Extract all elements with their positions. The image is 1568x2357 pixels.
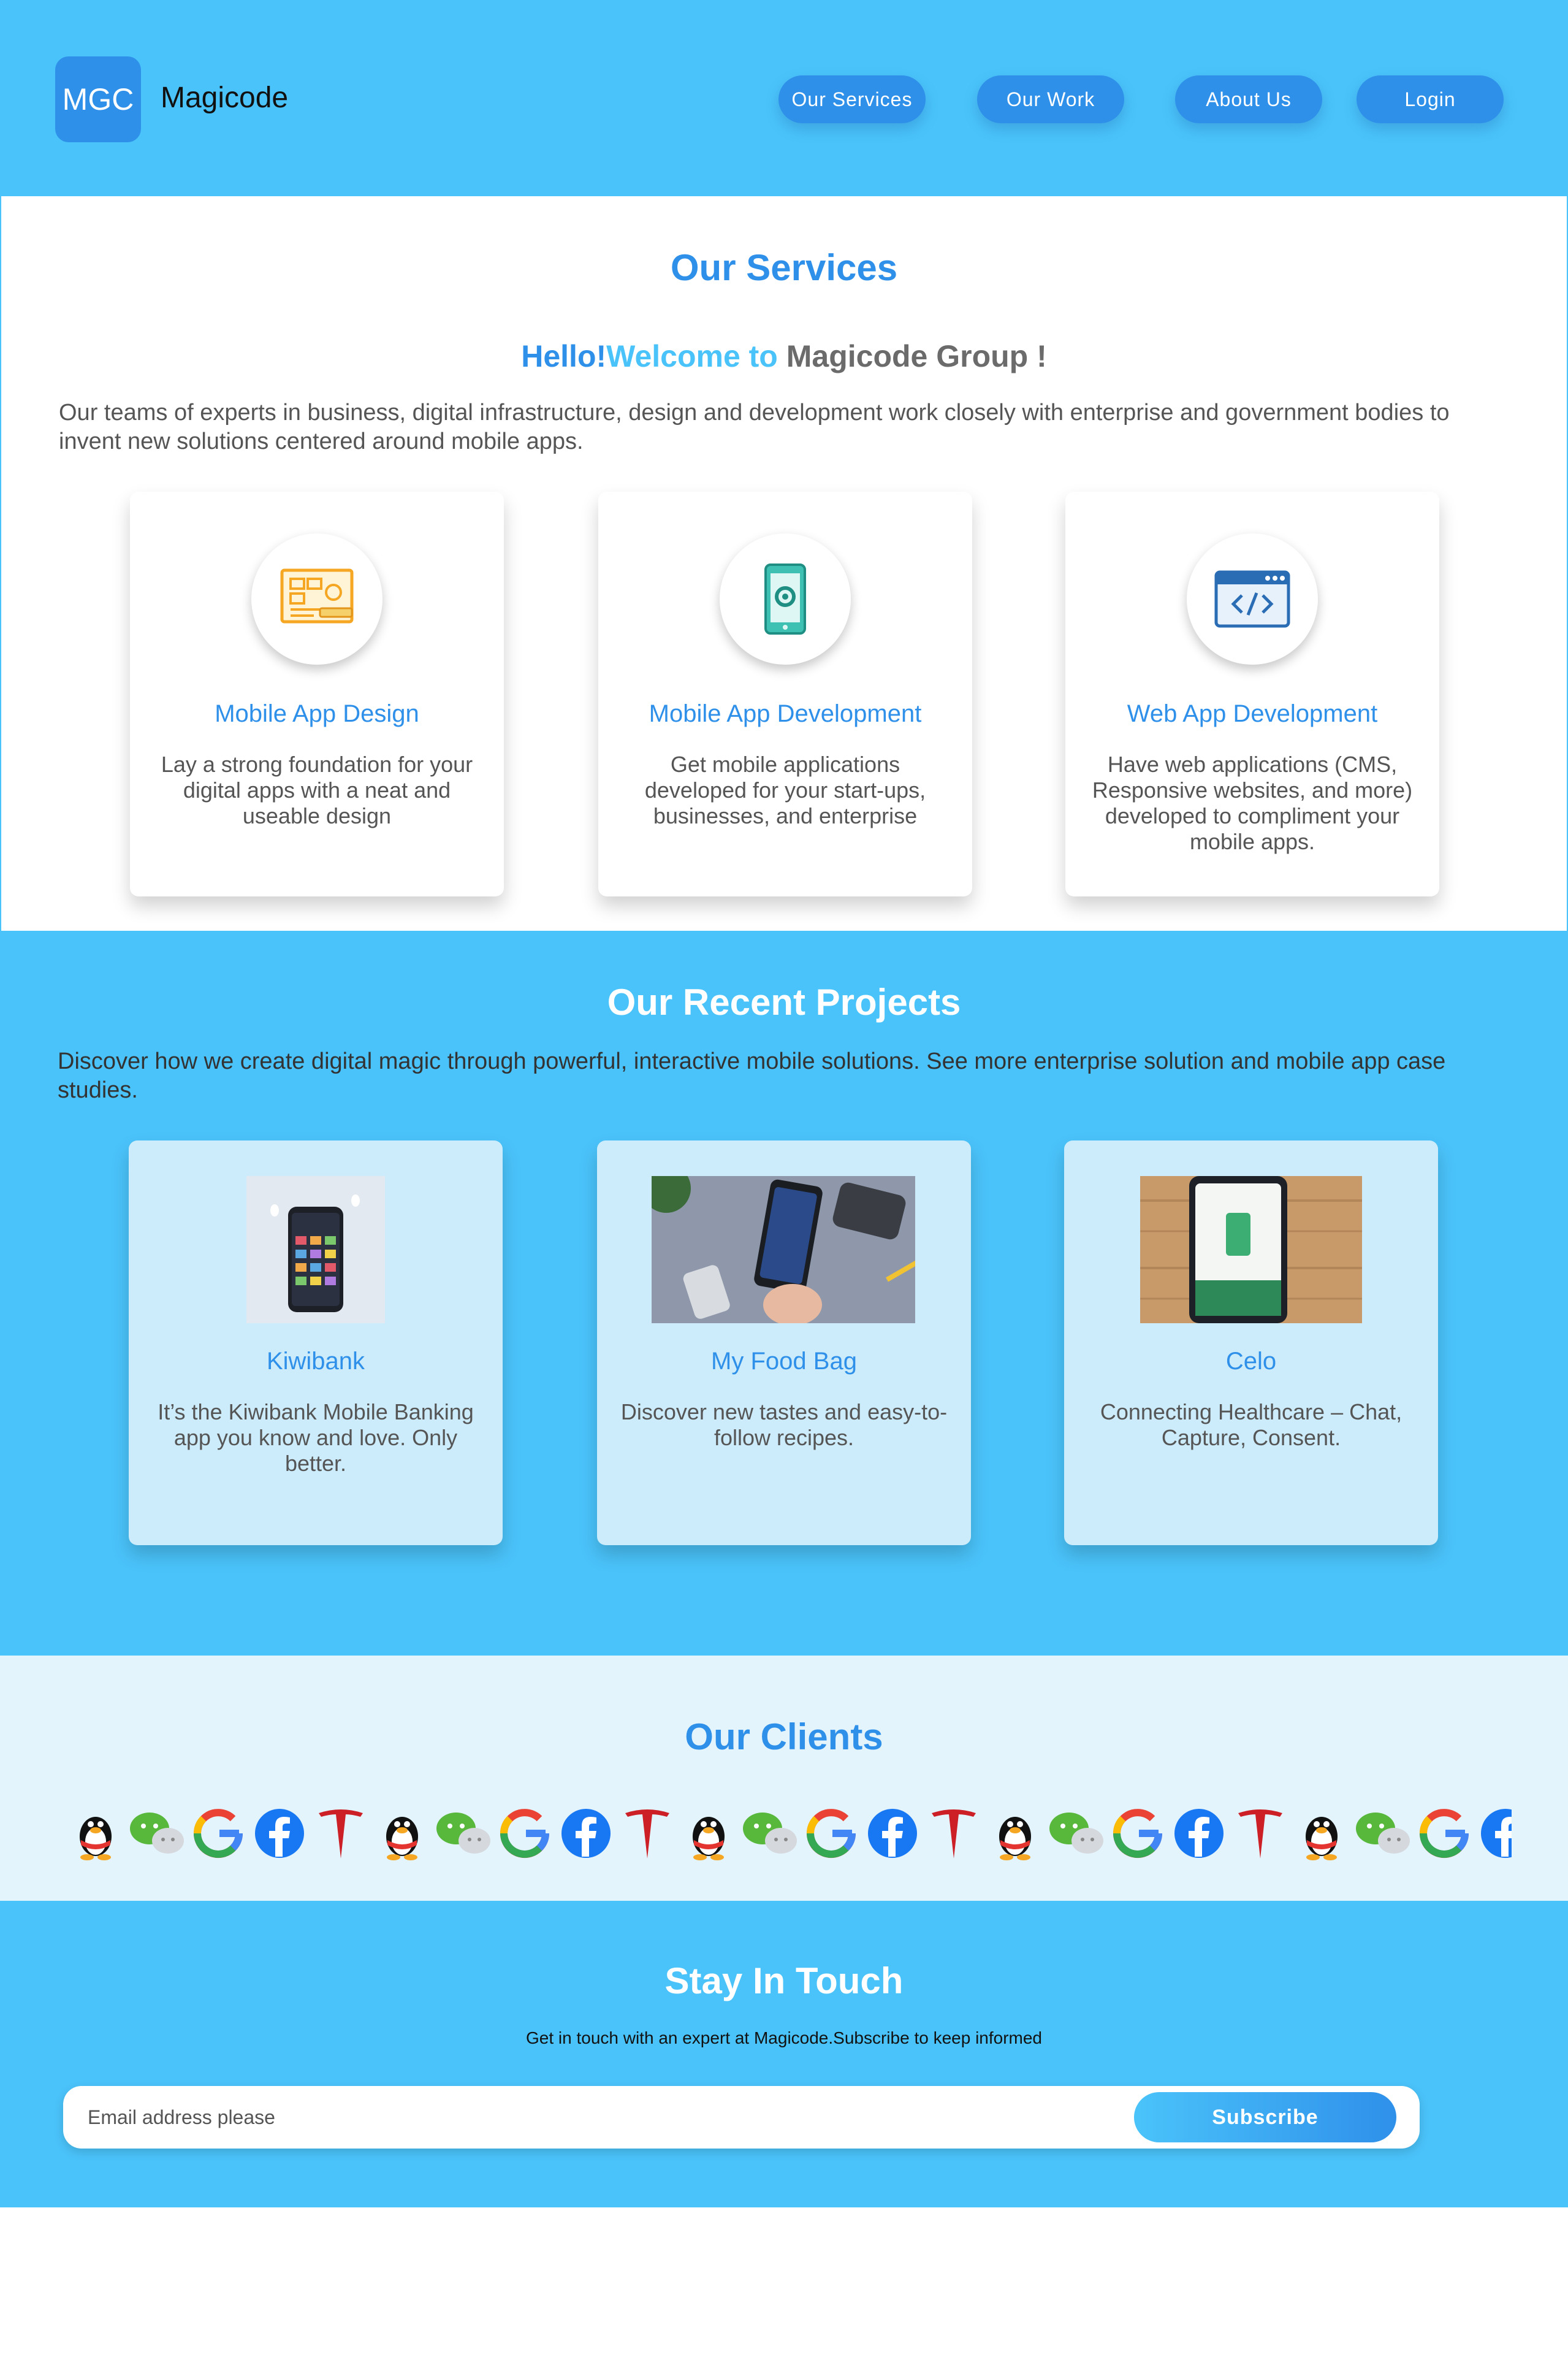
qq-penguin-icon xyxy=(678,1803,739,1864)
service-card-design[interactable]: Mobile App Design Lay a strong foundatio… xyxy=(130,492,504,896)
celo-phone-image xyxy=(1140,1176,1362,1323)
qq-penguin-icon xyxy=(984,1803,1046,1864)
qq-penguin-icon xyxy=(1291,1803,1352,1864)
facebook-icon xyxy=(862,1803,923,1864)
service-card-web-dev[interactable]: Web App Development Have web application… xyxy=(1065,492,1439,896)
facebook-icon xyxy=(555,1803,617,1864)
nav-about-us-button[interactable]: About Us xyxy=(1175,75,1322,123)
nav-our-services-button[interactable]: Our Services xyxy=(778,75,926,123)
service-title: Mobile App Design xyxy=(215,700,419,727)
google-icon xyxy=(188,1803,249,1864)
service-desc: Have web applications (CMS, Responsive w… xyxy=(1092,752,1413,854)
subscribe-button[interactable]: Subscribe xyxy=(1134,2092,1396,2142)
service-title: Mobile App Development xyxy=(649,700,922,727)
project-title[interactable]: My Food Bag xyxy=(597,1348,971,1375)
facebook-icon xyxy=(1168,1803,1230,1864)
facebook-icon xyxy=(249,1803,310,1864)
qq-penguin-icon xyxy=(371,1803,433,1864)
services-intro: Our teams of experts in business, digita… xyxy=(59,400,1450,454)
group-text: Magicode Group ! xyxy=(786,339,1047,373)
google-icon xyxy=(1107,1803,1168,1864)
nav-login-button[interactable]: Login xyxy=(1357,75,1504,123)
tesla-icon xyxy=(617,1803,678,1864)
services-title: Our Services xyxy=(670,247,898,288)
wechat-icon xyxy=(1352,1803,1414,1864)
my-food-bag-phones-image xyxy=(652,1176,915,1323)
mobile-settings-icon xyxy=(720,533,851,665)
project-desc: It’s the Kiwibank Mobile Banking app you… xyxy=(158,1399,474,1476)
project-desc: Discover new tastes and easy-to-follow r… xyxy=(620,1399,948,1450)
stay-in-touch-section: Stay In Touch Get in touch with an exper… xyxy=(0,1901,1568,2207)
clients-section: Our Clients xyxy=(0,1656,1568,1901)
projects-title: Our Recent Projects xyxy=(607,982,961,1023)
tesla-icon xyxy=(1230,1803,1291,1864)
project-title[interactable]: Kiwibank xyxy=(129,1348,503,1375)
touch-subtitle: Get in touch with an expert at Magicode.… xyxy=(525,2028,1043,2047)
code-window-icon xyxy=(1187,533,1318,665)
design-blueprint-icon xyxy=(251,533,382,665)
projects-intro: Discover how we create digital magic thr… xyxy=(58,1049,1446,1103)
client-logo-strip xyxy=(65,1803,1512,1864)
welcome-heading: Hello!Welcome to Magicode Group ! xyxy=(1,338,1567,374)
logo[interactable]: MGC xyxy=(55,56,141,142)
project-desc: Connecting Healthcare – Chat, Capture, C… xyxy=(1100,1399,1402,1450)
clients-title: Our Clients xyxy=(685,1716,883,1757)
welcome-text: Welcome to xyxy=(606,339,778,373)
facebook-icon xyxy=(1475,1803,1512,1864)
project-card-celo[interactable]: Celo Connecting Healthcare – Chat, Captu… xyxy=(1064,1140,1438,1545)
wechat-icon xyxy=(1046,1803,1107,1864)
service-desc: Get mobile applications developed for yo… xyxy=(644,752,926,828)
touch-title: Stay In Touch xyxy=(664,1960,904,2001)
service-desc: Lay a strong foundation for your digital… xyxy=(161,752,473,828)
wechat-icon xyxy=(126,1803,188,1864)
project-title[interactable]: Celo xyxy=(1064,1348,1438,1375)
qq-penguin-icon xyxy=(65,1803,126,1864)
google-icon xyxy=(1414,1803,1475,1864)
project-card-kiwibank[interactable]: Kiwibank It’s the Kiwibank Mobile Bankin… xyxy=(129,1140,503,1545)
email-input[interactable] xyxy=(88,2098,1179,2136)
subscribe-form: Subscribe xyxy=(63,2086,1420,2149)
service-title: Web App Development xyxy=(1127,700,1378,727)
projects-section: Our Recent Projects Discover how we crea… xyxy=(0,931,1568,1656)
google-icon xyxy=(494,1803,555,1864)
nav-our-work-button[interactable]: Our Work xyxy=(977,75,1124,123)
tesla-icon xyxy=(310,1803,371,1864)
services-section: Our Services Hello!Welcome to Magicode G… xyxy=(0,196,1568,931)
tesla-icon xyxy=(923,1803,984,1864)
hello-text: Hello! xyxy=(521,339,607,373)
site-header: MGC Magicode Our Services Our Work About… xyxy=(0,0,1568,196)
project-card-my-food-bag[interactable]: My Food Bag Discover new tastes and easy… xyxy=(597,1140,971,1545)
brand-name[interactable]: Magicode xyxy=(161,81,288,115)
wechat-icon xyxy=(433,1803,494,1864)
google-icon xyxy=(801,1803,862,1864)
wechat-icon xyxy=(739,1803,801,1864)
service-card-mobile-dev[interactable]: Mobile App Development Get mobile applic… xyxy=(598,492,972,896)
kiwibank-phone-image xyxy=(246,1176,385,1323)
